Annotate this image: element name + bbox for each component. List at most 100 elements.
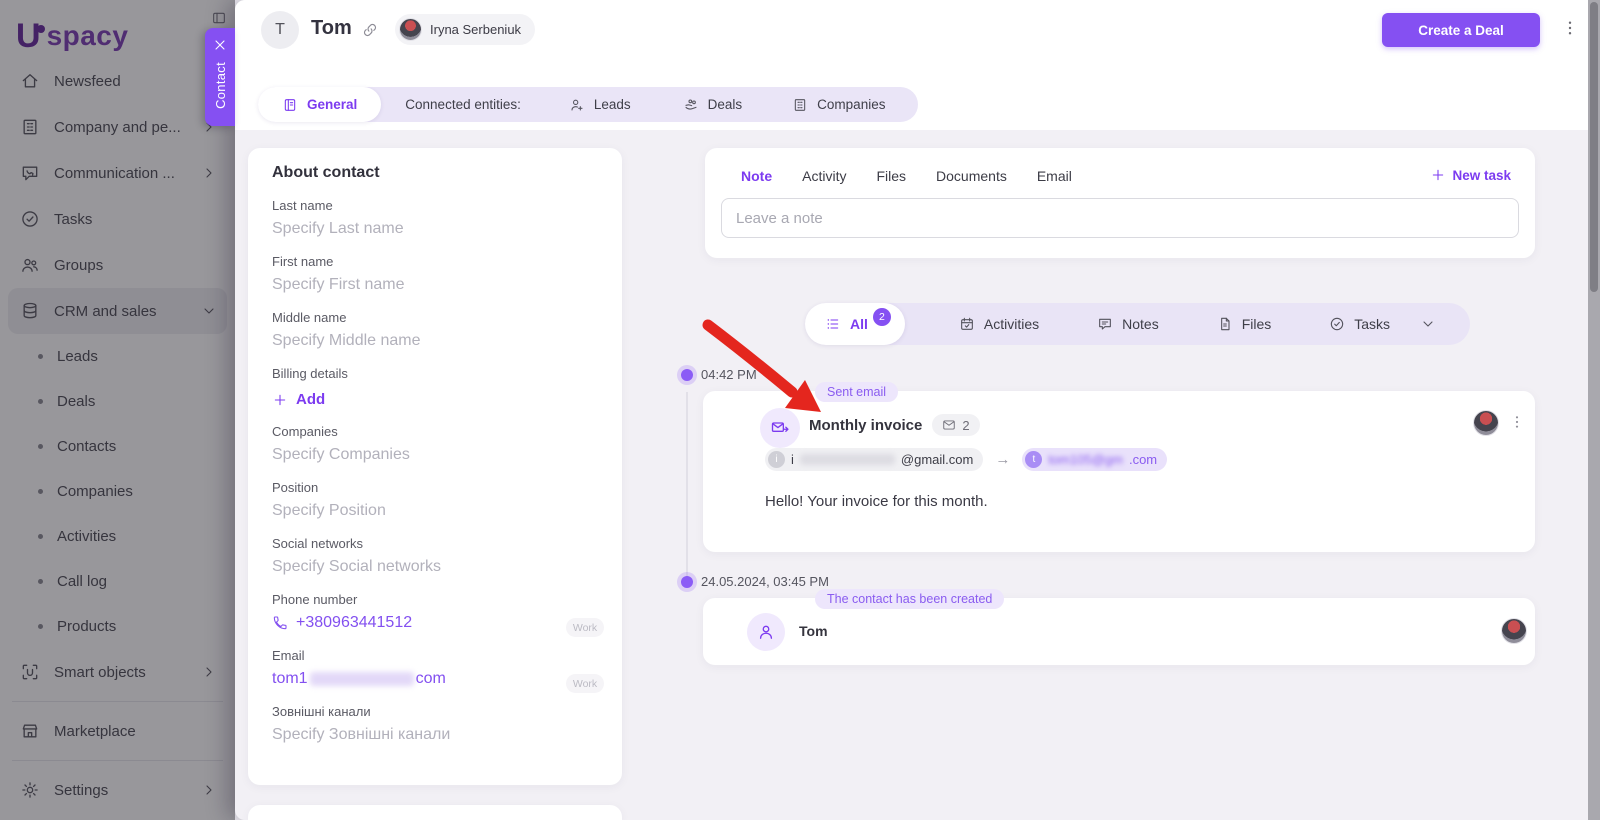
phone-value[interactable]: +380963441512 <box>296 614 412 632</box>
page-scrollbar[interactable] <box>1588 0 1600 820</box>
composer-tab-documents[interactable]: Documents <box>936 168 1007 184</box>
page-title: Tom <box>311 17 352 40</box>
email-to-chip[interactable]: t tom105@gm .com <box>1022 448 1167 471</box>
email-value-prefix[interactable]: tom1 <box>272 670 308 688</box>
card-menu-icon[interactable] <box>1509 414 1525 430</box>
filter-label: Notes <box>1122 316 1159 332</box>
field-external-channels[interactable]: Зовнішні канали Specify Зовнішні канали <box>272 704 598 744</box>
email-redaction <box>310 672 414 686</box>
note-bubble-icon <box>1097 316 1113 332</box>
tab-companies[interactable]: Companies <box>792 97 885 113</box>
person-plus-icon <box>569 97 585 113</box>
tab-label: Deals <box>708 97 743 112</box>
email-body-text: Hello! Your invoice for this month. <box>765 493 988 510</box>
note-input[interactable] <box>721 198 1519 238</box>
filter-files[interactable]: Files <box>1217 316 1272 332</box>
add-billing-button[interactable]: Add <box>272 391 598 408</box>
chevron-down-icon[interactable] <box>1420 316 1436 332</box>
modal-dim-overlay[interactable] <box>0 0 235 820</box>
filter-activities[interactable]: Activities <box>959 316 1039 332</box>
field-label: Companies <box>272 424 598 439</box>
tab-deals[interactable]: Deals <box>683 97 743 113</box>
filter-tasks[interactable]: Tasks <box>1329 316 1390 332</box>
tab-label: Companies <box>817 97 885 112</box>
field-placeholder[interactable]: Specify Middle name <box>272 332 598 350</box>
field-label: Зовнішні канали <box>272 704 598 719</box>
contact-panel-tab[interactable]: Contact <box>205 28 235 126</box>
tab-leads[interactable]: Leads <box>569 97 631 113</box>
handshake-icon <box>683 97 699 113</box>
to-redacted: tom105@gm <box>1048 452 1123 467</box>
field-placeholder[interactable]: Specify First name <box>272 276 598 294</box>
scrollbar-thumb[interactable] <box>1590 2 1598 292</box>
envelope-icon <box>942 418 956 432</box>
timeline-dot <box>681 576 693 588</box>
from-redaction <box>800 454 895 465</box>
next-card-edge <box>248 805 622 820</box>
composer-card: Note Activity Files Documents Email New … <box>705 148 1535 258</box>
check-circle-icon <box>1329 316 1345 332</box>
field-label: Middle name <box>272 310 598 325</box>
field-label: Social networks <box>272 536 598 551</box>
field-placeholder[interactable]: Specify Last name <box>272 220 598 238</box>
field-phone[interactable]: Phone number +380963441512 Work <box>272 592 598 632</box>
more-menu-icon[interactable] <box>1561 19 1579 37</box>
field-companies[interactable]: Companies Specify Companies <box>272 424 598 464</box>
timeline-line <box>686 392 688 582</box>
field-position[interactable]: Position Specify Position <box>272 480 598 520</box>
tab-label: Leads <box>594 97 631 112</box>
phone-icon <box>272 615 288 631</box>
plus-icon <box>1430 167 1446 183</box>
close-icon[interactable] <box>212 37 228 53</box>
arrow-right-icon: → <box>995 451 1010 468</box>
filter-label: Activities <box>984 316 1039 332</box>
building-icon <box>792 97 808 113</box>
owner-name: Iryna Serbeniuk <box>430 22 521 37</box>
tab-general[interactable]: General <box>258 87 381 122</box>
from-suffix: @gmail.com <box>901 452 973 467</box>
entity-tab-bar: General Connected entities: Leads Deals … <box>258 87 918 122</box>
field-placeholder[interactable]: Specify Зовнішні канали <box>272 726 598 744</box>
from-prefix: i <box>791 452 794 467</box>
email-from-chip[interactable]: i i @gmail.com <box>765 448 983 471</box>
field-placeholder[interactable]: Specify Social networks <box>272 558 598 576</box>
field-label: First name <box>272 254 598 269</box>
tab-label: General <box>307 97 357 112</box>
contact-created-name[interactable]: Tom <box>799 623 828 639</box>
field-placeholder[interactable]: Specify Position <box>272 502 598 520</box>
owner-chip[interactable]: Iryna Serbeniuk <box>395 14 535 45</box>
email-type-badge: Work <box>566 674 604 693</box>
responsible-avatar[interactable] <box>1501 618 1527 644</box>
email-value-suffix[interactable]: com <box>416 670 446 688</box>
new-task-button[interactable]: New task <box>1430 167 1511 183</box>
screen: U spacy Newsfeed Company and pe... Commu… <box>0 0 1600 820</box>
composer-tab-activity[interactable]: Activity <box>802 168 846 184</box>
field-label: Email <box>272 648 598 663</box>
link-icon[interactable] <box>361 21 379 39</box>
phone-type-badge: Work <box>566 618 604 637</box>
composer-tab-files[interactable]: Files <box>876 168 906 184</box>
field-social-networks[interactable]: Social networks Specify Social networks <box>272 536 598 576</box>
field-billing-details: Billing details Add <box>272 366 598 408</box>
field-label: Billing details <box>272 366 598 381</box>
field-last-name[interactable]: Last name Specify Last name <box>272 198 598 238</box>
email-count-badge[interactable]: 2 <box>932 414 979 436</box>
responsible-avatar[interactable] <box>1473 410 1499 436</box>
field-first-name[interactable]: First name Specify First name <box>272 254 598 294</box>
about-title: About contact <box>272 164 598 182</box>
filter-label: Tasks <box>1354 316 1390 332</box>
timeline-timestamp: 24.05.2024, 03:45 PM <box>701 574 829 589</box>
recipient-avatar: t <box>1025 451 1042 468</box>
field-email[interactable]: Email tom1 com Work <box>272 648 598 688</box>
field-middle-name[interactable]: Middle name Specify Middle name <box>272 310 598 350</box>
timeline-filter-bar: All 2 Activities Notes Files Tasks <box>805 303 1470 345</box>
field-placeholder[interactable]: Specify Companies <box>272 446 598 464</box>
filter-notes[interactable]: Notes <box>1097 316 1159 332</box>
contact-avatar[interactable]: T <box>261 11 299 49</box>
filter-all-count-badge: 2 <box>873 308 891 326</box>
owner-avatar <box>399 18 422 41</box>
create-deal-button[interactable]: Create a Deal <box>1382 13 1540 47</box>
composer-tab-email[interactable]: Email <box>1037 168 1072 184</box>
contact-icon <box>747 613 785 651</box>
composer-tab-note[interactable]: Note <box>741 168 772 184</box>
